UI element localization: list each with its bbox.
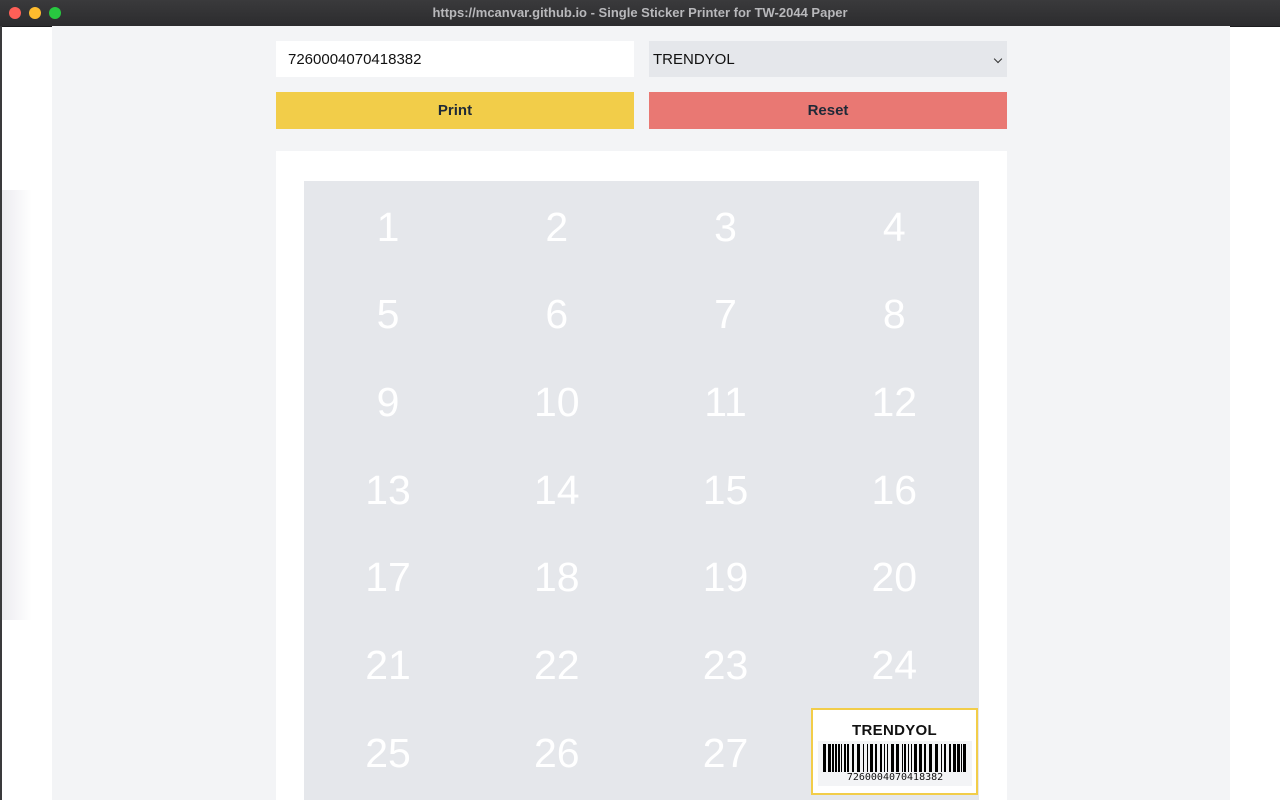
sheet-cell-6[interactable]: 6 <box>473 271 641 359</box>
barcode-bar <box>919 744 922 772</box>
barcode-bar <box>908 744 909 772</box>
sticker-brand: TRENDYOL <box>852 722 937 739</box>
sheet-cell-12[interactable]: 12 <box>810 358 978 446</box>
sheet-cell-10[interactable]: 10 <box>473 358 641 446</box>
barcode-bar <box>832 744 834 772</box>
sheet-cell-9[interactable]: 9 <box>304 358 472 446</box>
barcode-bar <box>935 744 938 772</box>
barcode-bar <box>835 744 837 772</box>
barcode-bar <box>911 744 912 772</box>
sheet-cell-14[interactable]: 14 <box>473 446 641 534</box>
sheet-cell-17[interactable]: 17 <box>304 534 472 622</box>
sheet-cell-16[interactable]: 16 <box>810 446 978 534</box>
sheet-cell-15[interactable]: 15 <box>642 446 810 534</box>
barcode-bar <box>904 744 906 772</box>
barcode-bar <box>852 744 854 772</box>
barcode-bar <box>828 744 831 772</box>
sheet-cell-27[interactable]: 27 <box>642 709 810 797</box>
sheet-cell-2[interactable]: 2 <box>473 183 641 271</box>
sheet-cell-18[interactable]: 18 <box>473 534 641 622</box>
barcode-bar <box>963 744 966 772</box>
sheet-cell-22[interactable]: 22 <box>473 622 641 710</box>
sheet-cell-5[interactable]: 5 <box>304 271 472 359</box>
barcode-bar <box>961 744 962 772</box>
sheet-cell-25[interactable]: 25 <box>304 709 472 797</box>
chevron-down-icon <box>993 54 1003 64</box>
sheet-cell-1[interactable]: 1 <box>304 183 472 271</box>
barcode-bar <box>847 744 849 772</box>
barcode-bar <box>841 744 842 772</box>
barcode-bar <box>875 744 877 772</box>
barcode-bar <box>949 744 951 772</box>
barcode-bar <box>896 744 899 772</box>
brand-select[interactable]: TRENDYOL <box>649 41 1007 77</box>
barcode-bar <box>944 744 946 772</box>
barcode-bar <box>880 744 882 772</box>
window-title: https://mcanvar.github.io - Single Stick… <box>432 5 848 20</box>
barcode: 7260004070418382 <box>818 741 972 786</box>
barcode-number: 7260004070418382 <box>846 772 944 783</box>
barcode-bar <box>867 744 868 772</box>
barcode-bar <box>957 744 960 772</box>
barcode-bar <box>838 744 840 772</box>
barcode-bar <box>887 744 888 772</box>
brand-select-value: TRENDYOL <box>653 51 735 68</box>
sheet-cell-23[interactable]: 23 <box>642 622 810 710</box>
sheet-cell-24[interactable]: 24 <box>810 622 978 710</box>
barcode-bar <box>891 744 894 772</box>
sheet-cell-3[interactable]: 3 <box>642 183 810 271</box>
sheet-cell-21[interactable]: 21 <box>304 622 472 710</box>
sheet-cell-26[interactable]: 26 <box>473 709 641 797</box>
background-shadow <box>2 190 32 620</box>
barcode-bar <box>870 744 873 772</box>
print-button[interactable]: Print <box>276 92 634 129</box>
sheet-cell-20[interactable]: 20 <box>810 534 978 622</box>
barcode-bars <box>823 744 966 772</box>
barcode-bar <box>941 744 942 772</box>
barcode-bar <box>863 744 864 772</box>
sheet-cell-11[interactable]: 11 <box>642 358 810 446</box>
barcode-input[interactable] <box>276 41 634 77</box>
barcode-bar <box>857 744 860 772</box>
reset-button[interactable]: Reset <box>649 92 1007 129</box>
barcode-bar <box>884 744 885 772</box>
sheet-cell-7[interactable]: 7 <box>642 271 810 359</box>
sheet-cell-4[interactable]: 4 <box>810 183 978 271</box>
sheet-cell-8[interactable]: 8 <box>810 271 978 359</box>
sheet-cell-13[interactable]: 13 <box>304 446 472 534</box>
sticker-preview[interactable]: TRENDYOL 7260004070418382 <box>811 708 978 795</box>
barcode-bar <box>914 744 917 772</box>
barcode-bar <box>953 744 956 772</box>
barcode-bar <box>929 744 932 772</box>
barcode-bar <box>823 744 826 772</box>
window-titlebar: https://mcanvar.github.io - Single Stick… <box>0 0 1280 27</box>
barcode-bar <box>902 744 903 772</box>
sheet-cell-19[interactable]: 19 <box>642 534 810 622</box>
barcode-bar <box>924 744 926 772</box>
barcode-bar <box>844 744 846 772</box>
